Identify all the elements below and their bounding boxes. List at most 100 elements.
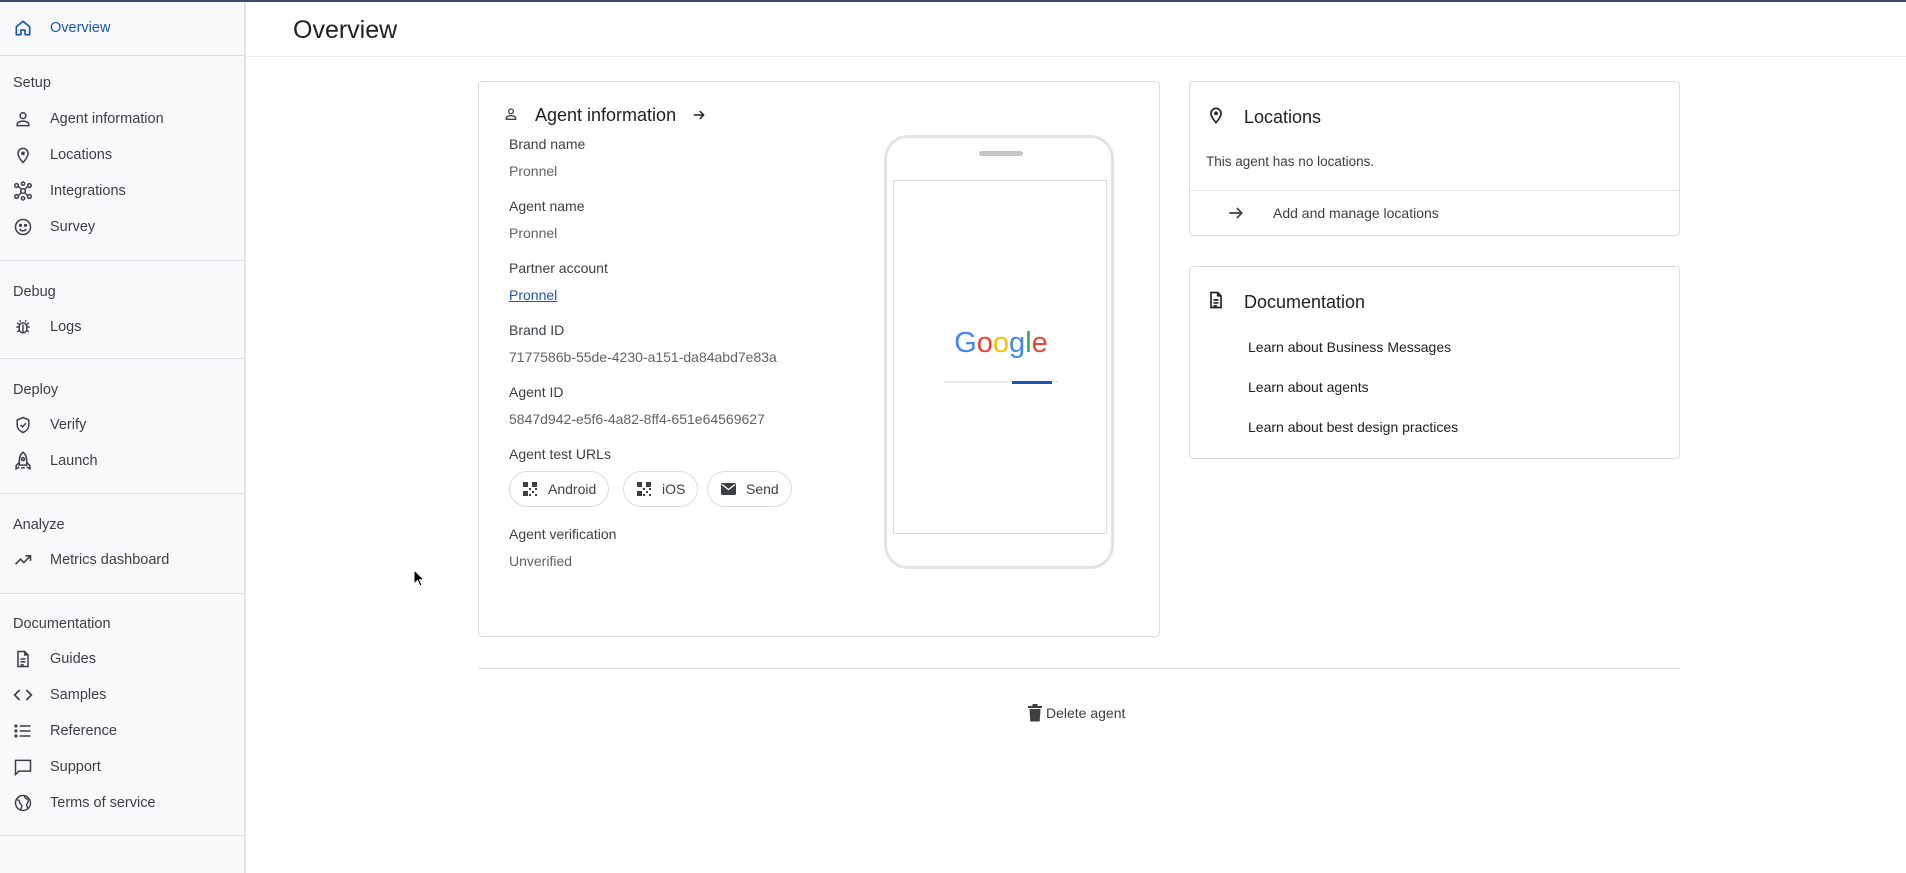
documentation-card: Documentation Learn about Business Messa…: [1189, 266, 1680, 459]
sidebar-divider: [0, 260, 244, 261]
brand-name-value: Pronnel: [509, 163, 558, 179]
section-debug: Debug: [13, 284, 56, 300]
locations-card: Locations This agent has no locations. A…: [1189, 81, 1680, 236]
add-manage-locations-button[interactable]: Add and manage locations: [1190, 191, 1679, 235]
agent-information-card: Agent information Brand name Pronnel Age…: [478, 81, 1160, 637]
sidebar-item-samples[interactable]: Samples: [0, 677, 244, 713]
sidebar-item-label: Integrations: [50, 183, 126, 199]
sidebar-item-label: Launch: [50, 453, 98, 469]
sidebar-item-metrics-dashboard[interactable]: Metrics dashboard: [0, 542, 244, 578]
sidebar-item-label: Support: [50, 759, 101, 775]
sidebar-item-guides[interactable]: Guides: [0, 641, 244, 677]
sidebar-item-support[interactable]: Support: [0, 749, 244, 785]
sidebar: Overview Setup Agent information Locatio…: [0, 2, 246, 873]
arrow-right-icon: [691, 107, 707, 128]
location-pin-icon: [12, 144, 34, 166]
header-divider: [246, 56, 1906, 57]
brand-name-label: Brand name: [509, 136, 586, 152]
sidebar-item-integrations[interactable]: Integrations: [0, 173, 244, 209]
document-icon: [1206, 289, 1226, 316]
ios-test-url-button[interactable]: iOS: [623, 471, 699, 507]
mouse-cursor-icon: [413, 568, 426, 592]
document-icon: [12, 648, 34, 670]
trending-up-icon: [12, 549, 34, 571]
partner-account-label: Partner account: [509, 260, 608, 276]
sidebar-item-verify[interactable]: Verify: [0, 407, 244, 443]
sidebar-item-label: Overview: [50, 20, 111, 36]
phone-preview: Google: [884, 135, 1114, 569]
agent-id-label: Agent ID: [509, 384, 564, 400]
sidebar-item-label: Logs: [50, 319, 82, 335]
agent-information-link[interactable]: Agent information: [535, 105, 707, 128]
brand-id-value: 7177586b-55de-4230-a151-da84abd7e83a: [509, 349, 777, 365]
qr-code-icon: [636, 481, 652, 497]
shield-check-icon: [12, 414, 34, 436]
integrations-icon: [12, 180, 34, 202]
email-icon: [720, 481, 736, 497]
sidebar-divider: [0, 493, 244, 494]
agent-verification-value: Unverified: [509, 553, 573, 569]
phone-speaker: [979, 151, 1023, 156]
section-analyze: Analyze: [13, 517, 65, 533]
delete-label: Delete agent: [1046, 705, 1126, 721]
sidebar-item-terms-of-service[interactable]: Terms of service: [0, 785, 244, 821]
content-divider: [478, 668, 1680, 669]
phone-screen: Google: [893, 180, 1107, 534]
action-label: Add and manage locations: [1273, 205, 1439, 221]
loading-progress-fill: [1012, 381, 1053, 384]
delete-agent-button[interactable]: Delete agent: [1028, 701, 1125, 725]
sidebar-item-reference[interactable]: Reference: [0, 713, 244, 749]
sidebar-item-locations[interactable]: Locations: [0, 137, 244, 173]
brand-id-label: Brand ID: [509, 322, 565, 338]
arrow-right-icon: [1226, 203, 1246, 228]
agent-verification-label: Agent verification: [509, 526, 617, 542]
android-test-url-button[interactable]: Android: [509, 471, 610, 507]
section-documentation: Documentation: [13, 616, 111, 632]
no-locations-text: This agent has no locations.: [1206, 154, 1375, 169]
loading-progress-bar: [944, 381, 1058, 384]
globe-icon: [12, 792, 34, 814]
person-icon: [503, 106, 519, 127]
list-icon: [12, 720, 34, 742]
doc-link-design-practices[interactable]: Learn about best design practices: [1248, 419, 1458, 435]
sidebar-item-label: Samples: [50, 687, 107, 703]
code-icon: [12, 684, 34, 706]
sidebar-item-agent-information[interactable]: Agent information: [0, 101, 244, 137]
bug-icon: [12, 316, 34, 338]
sidebar-item-label: Metrics dashboard: [50, 552, 170, 568]
doc-link-business-messages[interactable]: Learn about Business Messages: [1248, 339, 1451, 355]
person-icon: [12, 108, 34, 130]
sidebar-item-label: Agent information: [50, 111, 164, 127]
card-title: Agent information: [535, 105, 677, 125]
google-logo: Google: [954, 327, 1048, 359]
sidebar-item-label: Locations: [50, 147, 113, 163]
sidebar-divider: [0, 593, 244, 594]
agent-name-label: Agent name: [509, 198, 585, 214]
sidebar-item-launch[interactable]: Launch: [0, 443, 244, 479]
sidebar-item-label: Verify: [50, 417, 87, 433]
card-title: Locations: [1244, 107, 1322, 127]
sidebar-item-survey[interactable]: Survey: [0, 209, 244, 245]
card-title: Documentation: [1244, 292, 1366, 312]
agent-name-value: Pronnel: [509, 225, 558, 241]
rocket-icon: [12, 450, 34, 472]
sidebar-item-label: Terms of service: [50, 795, 156, 811]
send-test-url-button[interactable]: Send: [707, 471, 792, 507]
qr-code-icon: [522, 481, 538, 497]
sidebar-item-overview[interactable]: Overview: [0, 10, 244, 46]
partner-account-link[interactable]: Pronnel: [509, 287, 557, 303]
sidebar-divider: [0, 358, 244, 359]
sidebar-item-label: Guides: [50, 651, 96, 667]
chip-label: Android: [548, 481, 597, 497]
chat-bubble-icon: [12, 756, 34, 778]
location-pin-icon: [1206, 104, 1226, 131]
sidebar-divider: [0, 55, 244, 56]
sidebar-item-label: Reference: [50, 723, 117, 739]
sidebar-item-logs[interactable]: Logs: [0, 309, 244, 345]
sidebar-divider: [0, 835, 244, 836]
home-icon: [12, 17, 34, 39]
top-accent-line: [0, 0, 1906, 2]
doc-link-agents[interactable]: Learn about agents: [1248, 379, 1369, 395]
agent-id-value: 5847d942-e5f6-4a82-8ff4-651e64569627: [509, 411, 765, 427]
chip-label: Send: [746, 481, 779, 497]
